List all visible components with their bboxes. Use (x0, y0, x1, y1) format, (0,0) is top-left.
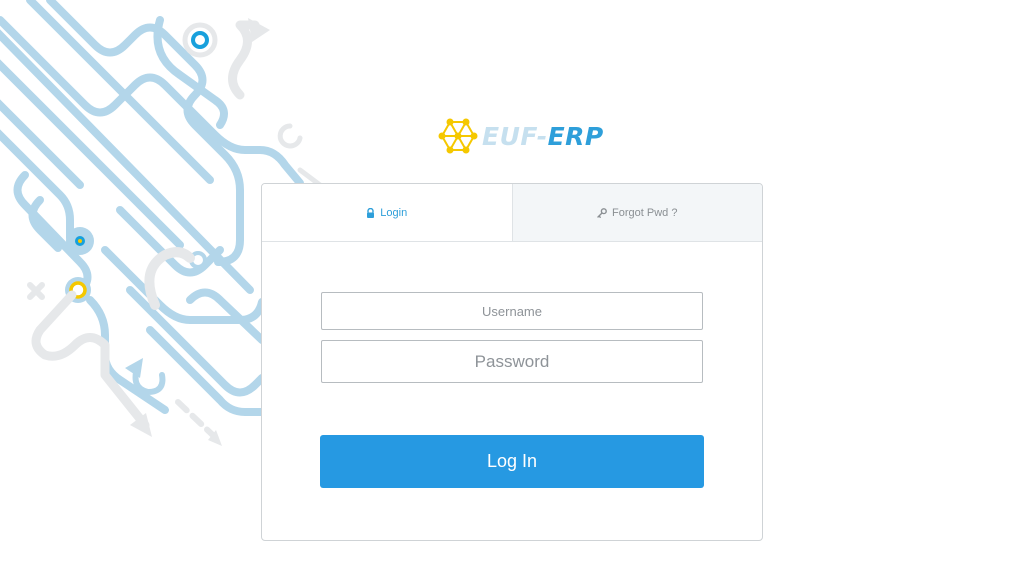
brand-name-part2: ERP (547, 121, 604, 151)
brand-logo: EUF-ERP (438, 116, 604, 156)
login-card: Login Forgot Pwd ? Log In (261, 183, 763, 541)
tab-forgot-password-label: Forgot Pwd ? (612, 206, 678, 219)
network-hexagon-icon (438, 118, 478, 154)
login-button[interactable]: Log In (320, 435, 704, 488)
login-tabs: Login Forgot Pwd ? (262, 184, 762, 242)
lock-icon (366, 207, 375, 218)
brand-name-part1: EUF- (482, 121, 548, 151)
brand-name: EUF-ERP (482, 122, 604, 151)
password-input[interactable] (321, 340, 703, 383)
tab-forgot-password[interactable]: Forgot Pwd ? (512, 184, 762, 241)
key-icon (597, 207, 607, 218)
login-page: EUF-ERP Login Forgot Pwd ? Username Log … (0, 0, 1024, 561)
username-input[interactable] (321, 292, 703, 330)
tab-login-label: Login (380, 206, 408, 219)
tab-login[interactable]: Login (262, 184, 513, 241)
